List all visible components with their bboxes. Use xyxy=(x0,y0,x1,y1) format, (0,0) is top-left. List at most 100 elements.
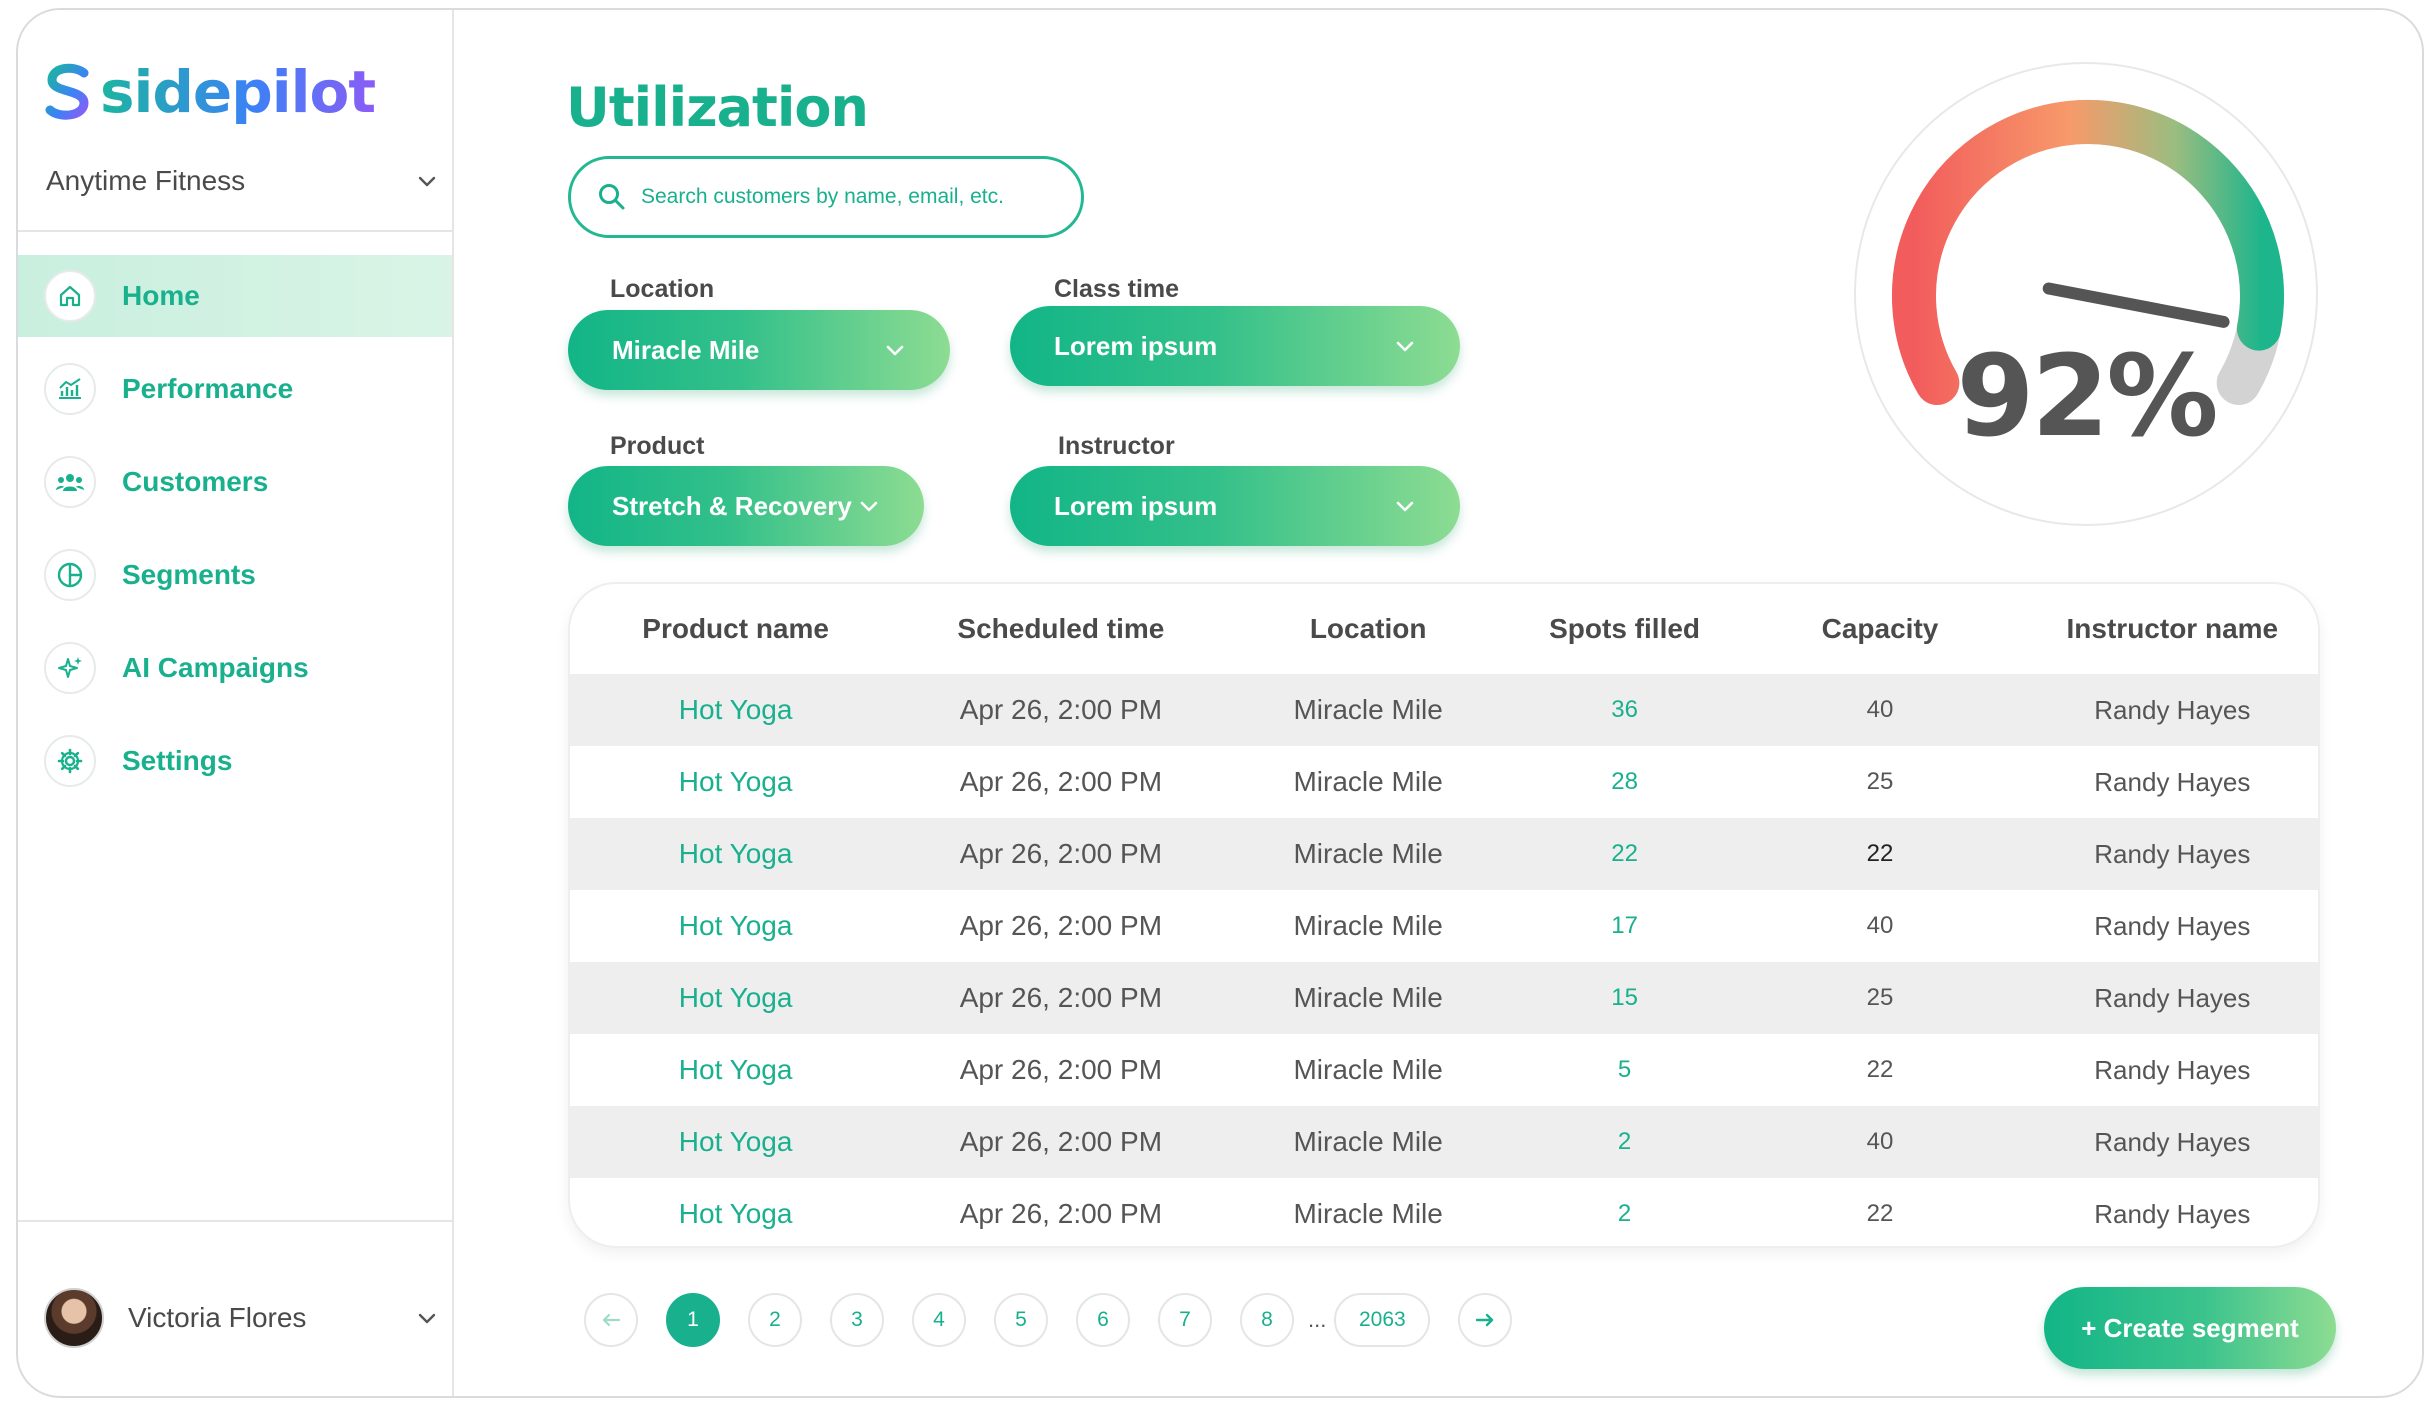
sidebar-item-home[interactable]: Home xyxy=(18,255,452,337)
sidebar: sidepilot Anytime Fitness Home Performan… xyxy=(18,10,454,1396)
table-row[interactable]: Hot Yoga Apr 26, 2:00 PM Miracle Mile 17… xyxy=(570,890,2318,962)
sidebar-item-label: AI Campaigns xyxy=(122,652,309,683)
scheduled-time-cell: Apr 26, 2:00 PM xyxy=(959,1198,1163,1229)
class-time-dropdown-value: Lorem ipsum xyxy=(1054,330,1218,361)
table-row[interactable]: Hot Yoga Apr 26, 2:00 PM Miracle Mile 5 … xyxy=(570,1034,2318,1106)
product-name-cell[interactable]: Hot Yoga xyxy=(570,1178,901,1246)
create-segment-button[interactable]: + Create segment xyxy=(2044,1287,2336,1369)
sidebar-item-customers[interactable]: Customers xyxy=(18,441,452,523)
capacity-cell: 22 xyxy=(1866,840,1894,867)
table-row[interactable]: Hot Yoga Apr 26, 2:00 PM Miracle Mile 36… xyxy=(570,674,2318,746)
scheduled-time-cell: Apr 26, 2:00 PM xyxy=(959,1126,1163,1157)
search-bar[interactable] xyxy=(568,156,1084,238)
location-cell: Miracle Mile xyxy=(1293,910,1443,941)
table-row[interactable]: Hot Yoga Apr 26, 2:00 PM Miracle Mile 2 … xyxy=(570,1178,2318,1246)
chevron-down-icon xyxy=(1396,501,1414,512)
page-button-6[interactable]: 6 xyxy=(1076,1293,1130,1347)
sidebar-item-settings[interactable]: Settings xyxy=(18,720,452,802)
product-name-cell[interactable]: Hot Yoga xyxy=(570,818,901,890)
location-dropdown[interactable]: Miracle Mile xyxy=(568,310,950,390)
sidepilot-logo-icon xyxy=(45,63,89,120)
sidebar-item-label: Settings xyxy=(122,745,233,776)
previous-page-button[interactable] xyxy=(584,1293,638,1347)
next-page-button[interactable] xyxy=(1458,1293,1513,1347)
organization-selector[interactable]: Anytime Fitness xyxy=(46,156,442,206)
location-filter-label: Location xyxy=(610,275,715,303)
product-name-cell[interactable]: Hot Yoga xyxy=(570,890,901,962)
search-input[interactable] xyxy=(641,185,1071,209)
scheduled-time-cell: Apr 26, 2:00 PM xyxy=(959,982,1163,1013)
home-icon xyxy=(44,270,96,322)
spots-filled-cell: 22 xyxy=(1611,840,1638,867)
instructor-name-cell: Randy Hayes xyxy=(2094,1198,2251,1229)
class-time-dropdown[interactable]: Lorem ipsum xyxy=(1010,306,1460,386)
table-row[interactable]: Hot Yoga Apr 26, 2:00 PM Miracle Mile 2 … xyxy=(570,1106,2318,1178)
column-header[interactable]: Location xyxy=(1221,584,1516,674)
gear-icon xyxy=(44,735,96,787)
chart-icon xyxy=(44,363,96,415)
column-header[interactable]: Spots filled xyxy=(1516,584,1734,674)
sidebar-item-label: Customers xyxy=(122,466,269,497)
column-header[interactable]: Instructor name xyxy=(2027,584,2318,674)
capacity-cell: 40 xyxy=(1866,1128,1894,1155)
capacity-cell: 22 xyxy=(1866,1200,1894,1227)
product-name-cell[interactable]: Hot Yoga xyxy=(570,746,901,818)
table-row[interactable]: Hot Yoga Apr 26, 2:00 PM Miracle Mile 22… xyxy=(570,818,2318,890)
instructor-dropdown[interactable]: Lorem ipsum xyxy=(1010,466,1460,546)
product-name-cell[interactable]: Hot Yoga xyxy=(570,1034,901,1106)
app-window: sidepilot Anytime Fitness Home Performan… xyxy=(16,8,2424,1398)
location-cell: Miracle Mile xyxy=(1293,694,1443,725)
page-button-3[interactable]: 3 xyxy=(830,1293,884,1347)
product-name-cell[interactable]: Hot Yoga xyxy=(570,1106,901,1178)
scheduled-time-cell: Apr 26, 2:00 PM xyxy=(959,1054,1163,1085)
table-row[interactable]: Hot Yoga Apr 26, 2:00 PM Miracle Mile 28… xyxy=(570,746,2318,818)
column-header[interactable]: Scheduled time xyxy=(901,584,1220,674)
location-cell: Miracle Mile xyxy=(1293,1054,1443,1085)
search-icon xyxy=(599,184,625,210)
user-menu[interactable]: Victoria Flores xyxy=(44,1288,438,1348)
product-name-cell[interactable]: Hot Yoga xyxy=(570,962,901,1034)
instructor-name-cell: Randy Hayes xyxy=(2094,838,2251,869)
capacity-cell: 25 xyxy=(1866,768,1894,795)
scheduled-time-cell: Apr 26, 2:00 PM xyxy=(959,910,1163,941)
location-cell: Miracle Mile xyxy=(1293,838,1443,869)
location-cell: Miracle Mile xyxy=(1293,982,1443,1013)
product-name-cell[interactable]: Hot Yoga xyxy=(570,674,901,746)
page-button-last[interactable]: 2063 xyxy=(1334,1293,1431,1347)
spots-filled-cell: 28 xyxy=(1611,768,1638,795)
location-cell: Miracle Mile xyxy=(1293,766,1443,797)
sidebar-nav: Home Performance Customers Segments AI C… xyxy=(18,255,452,813)
spots-filled-cell: 5 xyxy=(1617,1056,1632,1083)
table-header: Product name Scheduled time Location Spo… xyxy=(570,584,2318,674)
sidebar-item-label: Performance xyxy=(122,373,294,404)
brand-logo[interactable]: sidepilot xyxy=(44,60,376,124)
pagination: 1 2 3 4 5 6 7 8 ... 2063 xyxy=(584,1293,1540,1347)
chevron-down-icon xyxy=(1396,341,1414,352)
page-button-2[interactable]: 2 xyxy=(748,1293,802,1347)
sidebar-item-performance[interactable]: Performance xyxy=(18,348,452,430)
scheduled-time-cell: Apr 26, 2:00 PM xyxy=(959,694,1163,725)
product-filter-label: Product xyxy=(610,432,705,460)
page-button-1[interactable]: 1 xyxy=(666,1293,720,1347)
column-header[interactable]: Product name xyxy=(570,584,901,674)
column-header[interactable]: Capacity xyxy=(1733,584,2026,674)
page-button-4[interactable]: 4 xyxy=(912,1293,966,1347)
sidebar-item-ai-campaigns[interactable]: AI Campaigns xyxy=(18,627,452,709)
product-dropdown[interactable]: Stretch & Recovery xyxy=(568,466,924,546)
sidebar-item-segments[interactable]: Segments xyxy=(18,534,452,616)
spots-filled-cell: 36 xyxy=(1611,696,1638,723)
instructor-name-cell: Randy Hayes xyxy=(2094,766,2251,797)
page-button-8[interactable]: 8 xyxy=(1240,1293,1294,1347)
instructor-dropdown-value: Lorem ipsum xyxy=(1054,490,1218,521)
capacity-cell: 40 xyxy=(1866,912,1894,939)
pagination-ellipsis: ... xyxy=(1308,1307,1327,1332)
page-button-7[interactable]: 7 xyxy=(1158,1293,1212,1347)
arrow-left-icon xyxy=(602,1313,621,1327)
capacity-cell: 25 xyxy=(1866,984,1894,1011)
chevron-down-icon xyxy=(886,345,904,356)
sidebar-item-label: Home xyxy=(122,280,200,311)
page-button-5[interactable]: 5 xyxy=(994,1293,1048,1347)
spots-filled-cell: 15 xyxy=(1611,984,1638,1011)
table-row[interactable]: Hot Yoga Apr 26, 2:00 PM Miracle Mile 15… xyxy=(570,962,2318,1034)
scheduled-time-cell: Apr 26, 2:00 PM xyxy=(959,838,1163,869)
